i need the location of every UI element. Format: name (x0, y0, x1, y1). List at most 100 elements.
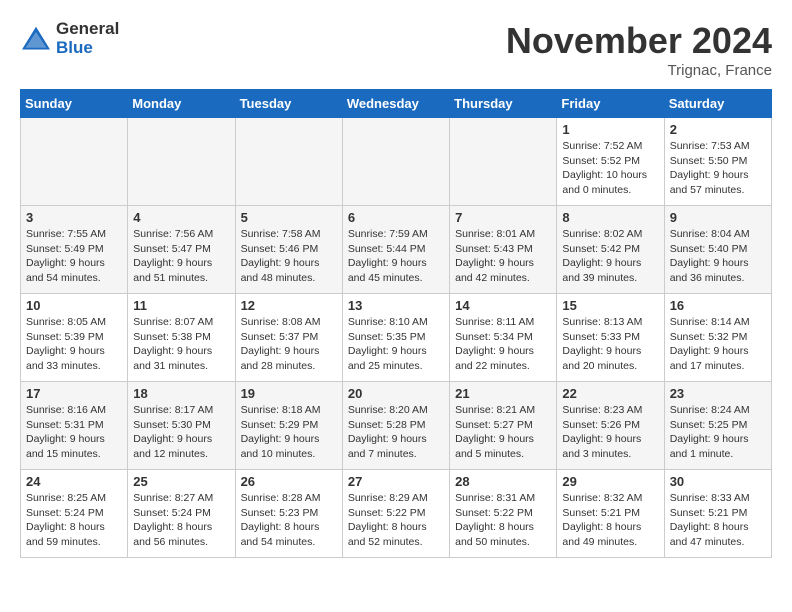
day-detail: Sunrise: 8:24 AMSunset: 5:25 PMDaylight:… (670, 403, 766, 462)
day-number: 8 (562, 210, 658, 225)
day-detail: Sunrise: 8:08 AMSunset: 5:37 PMDaylight:… (241, 315, 337, 374)
header-tuesday: Tuesday (235, 90, 342, 118)
day-detail: Sunrise: 8:29 AMSunset: 5:22 PMDaylight:… (348, 491, 444, 550)
day-number: 20 (348, 386, 444, 401)
day-detail: Sunrise: 8:13 AMSunset: 5:33 PMDaylight:… (562, 315, 658, 374)
calendar-cell: 28Sunrise: 8:31 AMSunset: 5:22 PMDayligh… (450, 470, 557, 558)
calendar-week-4: 17 Sunrise: 8:16 AMSunset: 5:31 PMDayligh… (21, 382, 772, 470)
day-number: 9 (670, 210, 766, 225)
day-number: 15 (562, 298, 658, 313)
day-number: 4 (133, 210, 229, 225)
calendar-cell: 12 Sunrise: 8:08 AMSunset: 5:37 PMDayligh… (235, 294, 342, 382)
header-sunday: Sunday (21, 90, 128, 118)
header-wednesday: Wednesday (342, 90, 449, 118)
day-number: 30 (670, 474, 766, 489)
title-block: November 2024 Trignac, France (506, 20, 772, 79)
calendar-cell: 29 Sunrise: 8:32 AMSunset: 5:21 PMDayligh… (557, 470, 664, 558)
calendar-cell: 25Sunrise: 8:27 AMSunset: 5:24 PMDayligh… (128, 470, 235, 558)
calendar-cell: 16 Sunrise: 8:14 AMSunset: 5:32 PMDayligh… (664, 294, 771, 382)
calendar-cell: 14Sunrise: 8:11 AMSunset: 5:34 PMDayligh… (450, 294, 557, 382)
calendar-cell: 7Sunrise: 8:01 AMSunset: 5:43 PMDaylight… (450, 206, 557, 294)
day-detail: Sunrise: 8:14 AMSunset: 5:32 PMDaylight:… (670, 315, 766, 374)
calendar-week-1: 1 Sunrise: 7:52 AMSunset: 5:52 PMDaylight… (21, 118, 772, 206)
day-detail: Sunrise: 8:31 AMSunset: 5:22 PMDaylight:… (455, 491, 551, 550)
day-detail: Sunrise: 7:55 AMSunset: 5:49 PMDaylight:… (26, 227, 122, 286)
calendar-cell: 23 Sunrise: 8:24 AMSunset: 5:25 PMDayligh… (664, 382, 771, 470)
day-detail: Sunrise: 8:18 AMSunset: 5:29 PMDaylight:… (241, 403, 337, 462)
day-number: 2 (670, 122, 766, 137)
day-detail: Sunrise: 8:04 AMSunset: 5:40 PMDaylight:… (670, 227, 766, 286)
day-detail: Sunrise: 7:58 AMSunset: 5:46 PMDaylight:… (241, 227, 337, 286)
logo-blue: Blue (56, 39, 119, 58)
calendar-cell: 4Sunrise: 7:56 AMSunset: 5:47 PMDaylight… (128, 206, 235, 294)
day-detail: Sunrise: 8:33 AMSunset: 5:21 PMDaylight:… (670, 491, 766, 550)
day-detail: Sunrise: 7:52 AMSunset: 5:52 PMDaylight:… (562, 139, 658, 198)
header-friday: Friday (557, 90, 664, 118)
logo-general: General (56, 20, 119, 39)
day-detail: Sunrise: 8:07 AMSunset: 5:38 PMDaylight:… (133, 315, 229, 374)
day-number: 23 (670, 386, 766, 401)
calendar-cell (21, 118, 128, 206)
day-detail: Sunrise: 8:28 AMSunset: 5:23 PMDaylight:… (241, 491, 337, 550)
calendar-cell: 10 Sunrise: 8:05 AMSunset: 5:39 PMDayligh… (21, 294, 128, 382)
header-monday: Monday (128, 90, 235, 118)
calendar-cell: 20 Sunrise: 8:20 AMSunset: 5:28 PMDayligh… (342, 382, 449, 470)
calendar-cell: 13Sunrise: 8:10 AMSunset: 5:35 PMDayligh… (342, 294, 449, 382)
day-detail: Sunrise: 8:20 AMSunset: 5:28 PMDaylight:… (348, 403, 444, 462)
calendar-cell: 5 Sunrise: 7:58 AMSunset: 5:46 PMDaylight… (235, 206, 342, 294)
day-number: 19 (241, 386, 337, 401)
logo-icon (20, 25, 52, 53)
calendar-cell: 11Sunrise: 8:07 AMSunset: 5:38 PMDayligh… (128, 294, 235, 382)
calendar-cell: 2 Sunrise: 7:53 AMSunset: 5:50 PMDaylight… (664, 118, 771, 206)
day-detail: Sunrise: 8:01 AMSunset: 5:43 PMDaylight:… (455, 227, 551, 286)
calendar-cell: 22Sunrise: 8:23 AMSunset: 5:26 PMDayligh… (557, 382, 664, 470)
calendar-cell: 17 Sunrise: 8:16 AMSunset: 5:31 PMDayligh… (21, 382, 128, 470)
calendar-table: SundayMondayTuesdayWednesdayThursdayFrid… (20, 89, 772, 558)
calendar-header-row: SundayMondayTuesdayWednesdayThursdayFrid… (21, 90, 772, 118)
calendar-cell (235, 118, 342, 206)
day-detail: Sunrise: 8:25 AMSunset: 5:24 PMDaylight:… (26, 491, 122, 550)
calendar-cell (342, 118, 449, 206)
day-detail: Sunrise: 8:02 AMSunset: 5:42 PMDaylight:… (562, 227, 658, 286)
day-detail: Sunrise: 8:16 AMSunset: 5:31 PMDaylight:… (26, 403, 122, 462)
calendar-week-3: 10 Sunrise: 8:05 AMSunset: 5:39 PMDayligh… (21, 294, 772, 382)
day-detail: Sunrise: 8:27 AMSunset: 5:24 PMDaylight:… (133, 491, 229, 550)
calendar-cell: 3 Sunrise: 7:55 AMSunset: 5:49 PMDaylight… (21, 206, 128, 294)
day-number: 29 (562, 474, 658, 489)
day-number: 18 (133, 386, 229, 401)
day-detail: Sunrise: 7:59 AMSunset: 5:44 PMDaylight:… (348, 227, 444, 286)
day-detail: Sunrise: 8:11 AMSunset: 5:34 PMDaylight:… (455, 315, 551, 374)
day-number: 10 (26, 298, 122, 313)
day-detail: Sunrise: 8:10 AMSunset: 5:35 PMDaylight:… (348, 315, 444, 374)
day-number: 12 (241, 298, 337, 313)
calendar-cell (450, 118, 557, 206)
day-detail: Sunrise: 8:23 AMSunset: 5:26 PMDaylight:… (562, 403, 658, 462)
calendar-cell: 19 Sunrise: 8:18 AMSunset: 5:29 PMDayligh… (235, 382, 342, 470)
calendar-cell: 18 Sunrise: 8:17 AMSunset: 5:30 PMDayligh… (128, 382, 235, 470)
day-number: 26 (241, 474, 337, 489)
day-detail: Sunrise: 8:21 AMSunset: 5:27 PMDaylight:… (455, 403, 551, 462)
day-number: 24 (26, 474, 122, 489)
header-thursday: Thursday (450, 90, 557, 118)
calendar-cell: 21 Sunrise: 8:21 AMSunset: 5:27 PMDayligh… (450, 382, 557, 470)
calendar-cell: 26 Sunrise: 8:28 AMSunset: 5:23 PMDayligh… (235, 470, 342, 558)
day-number: 17 (26, 386, 122, 401)
day-number: 16 (670, 298, 766, 313)
calendar-cell: 1 Sunrise: 7:52 AMSunset: 5:52 PMDaylight… (557, 118, 664, 206)
calendar-cell: 24 Sunrise: 8:25 AMSunset: 5:24 PMDayligh… (21, 470, 128, 558)
day-detail: Sunrise: 8:05 AMSunset: 5:39 PMDaylight:… (26, 315, 122, 374)
calendar-cell: 6Sunrise: 7:59 AMSunset: 5:44 PMDaylight… (342, 206, 449, 294)
day-number: 21 (455, 386, 551, 401)
header-saturday: Saturday (664, 90, 771, 118)
logo: General Blue (20, 20, 119, 57)
day-detail: Sunrise: 8:17 AMSunset: 5:30 PMDaylight:… (133, 403, 229, 462)
day-number: 3 (26, 210, 122, 225)
day-number: 1 (562, 122, 658, 137)
day-detail: Sunrise: 7:53 AMSunset: 5:50 PMDaylight:… (670, 139, 766, 198)
calendar-week-5: 24 Sunrise: 8:25 AMSunset: 5:24 PMDayligh… (21, 470, 772, 558)
month-title: November 2024 (506, 20, 772, 62)
day-detail: Sunrise: 8:32 AMSunset: 5:21 PMDaylight:… (562, 491, 658, 550)
calendar-cell (128, 118, 235, 206)
day-number: 5 (241, 210, 337, 225)
page-header: General Blue November 2024 Trignac, Fran… (20, 20, 772, 79)
